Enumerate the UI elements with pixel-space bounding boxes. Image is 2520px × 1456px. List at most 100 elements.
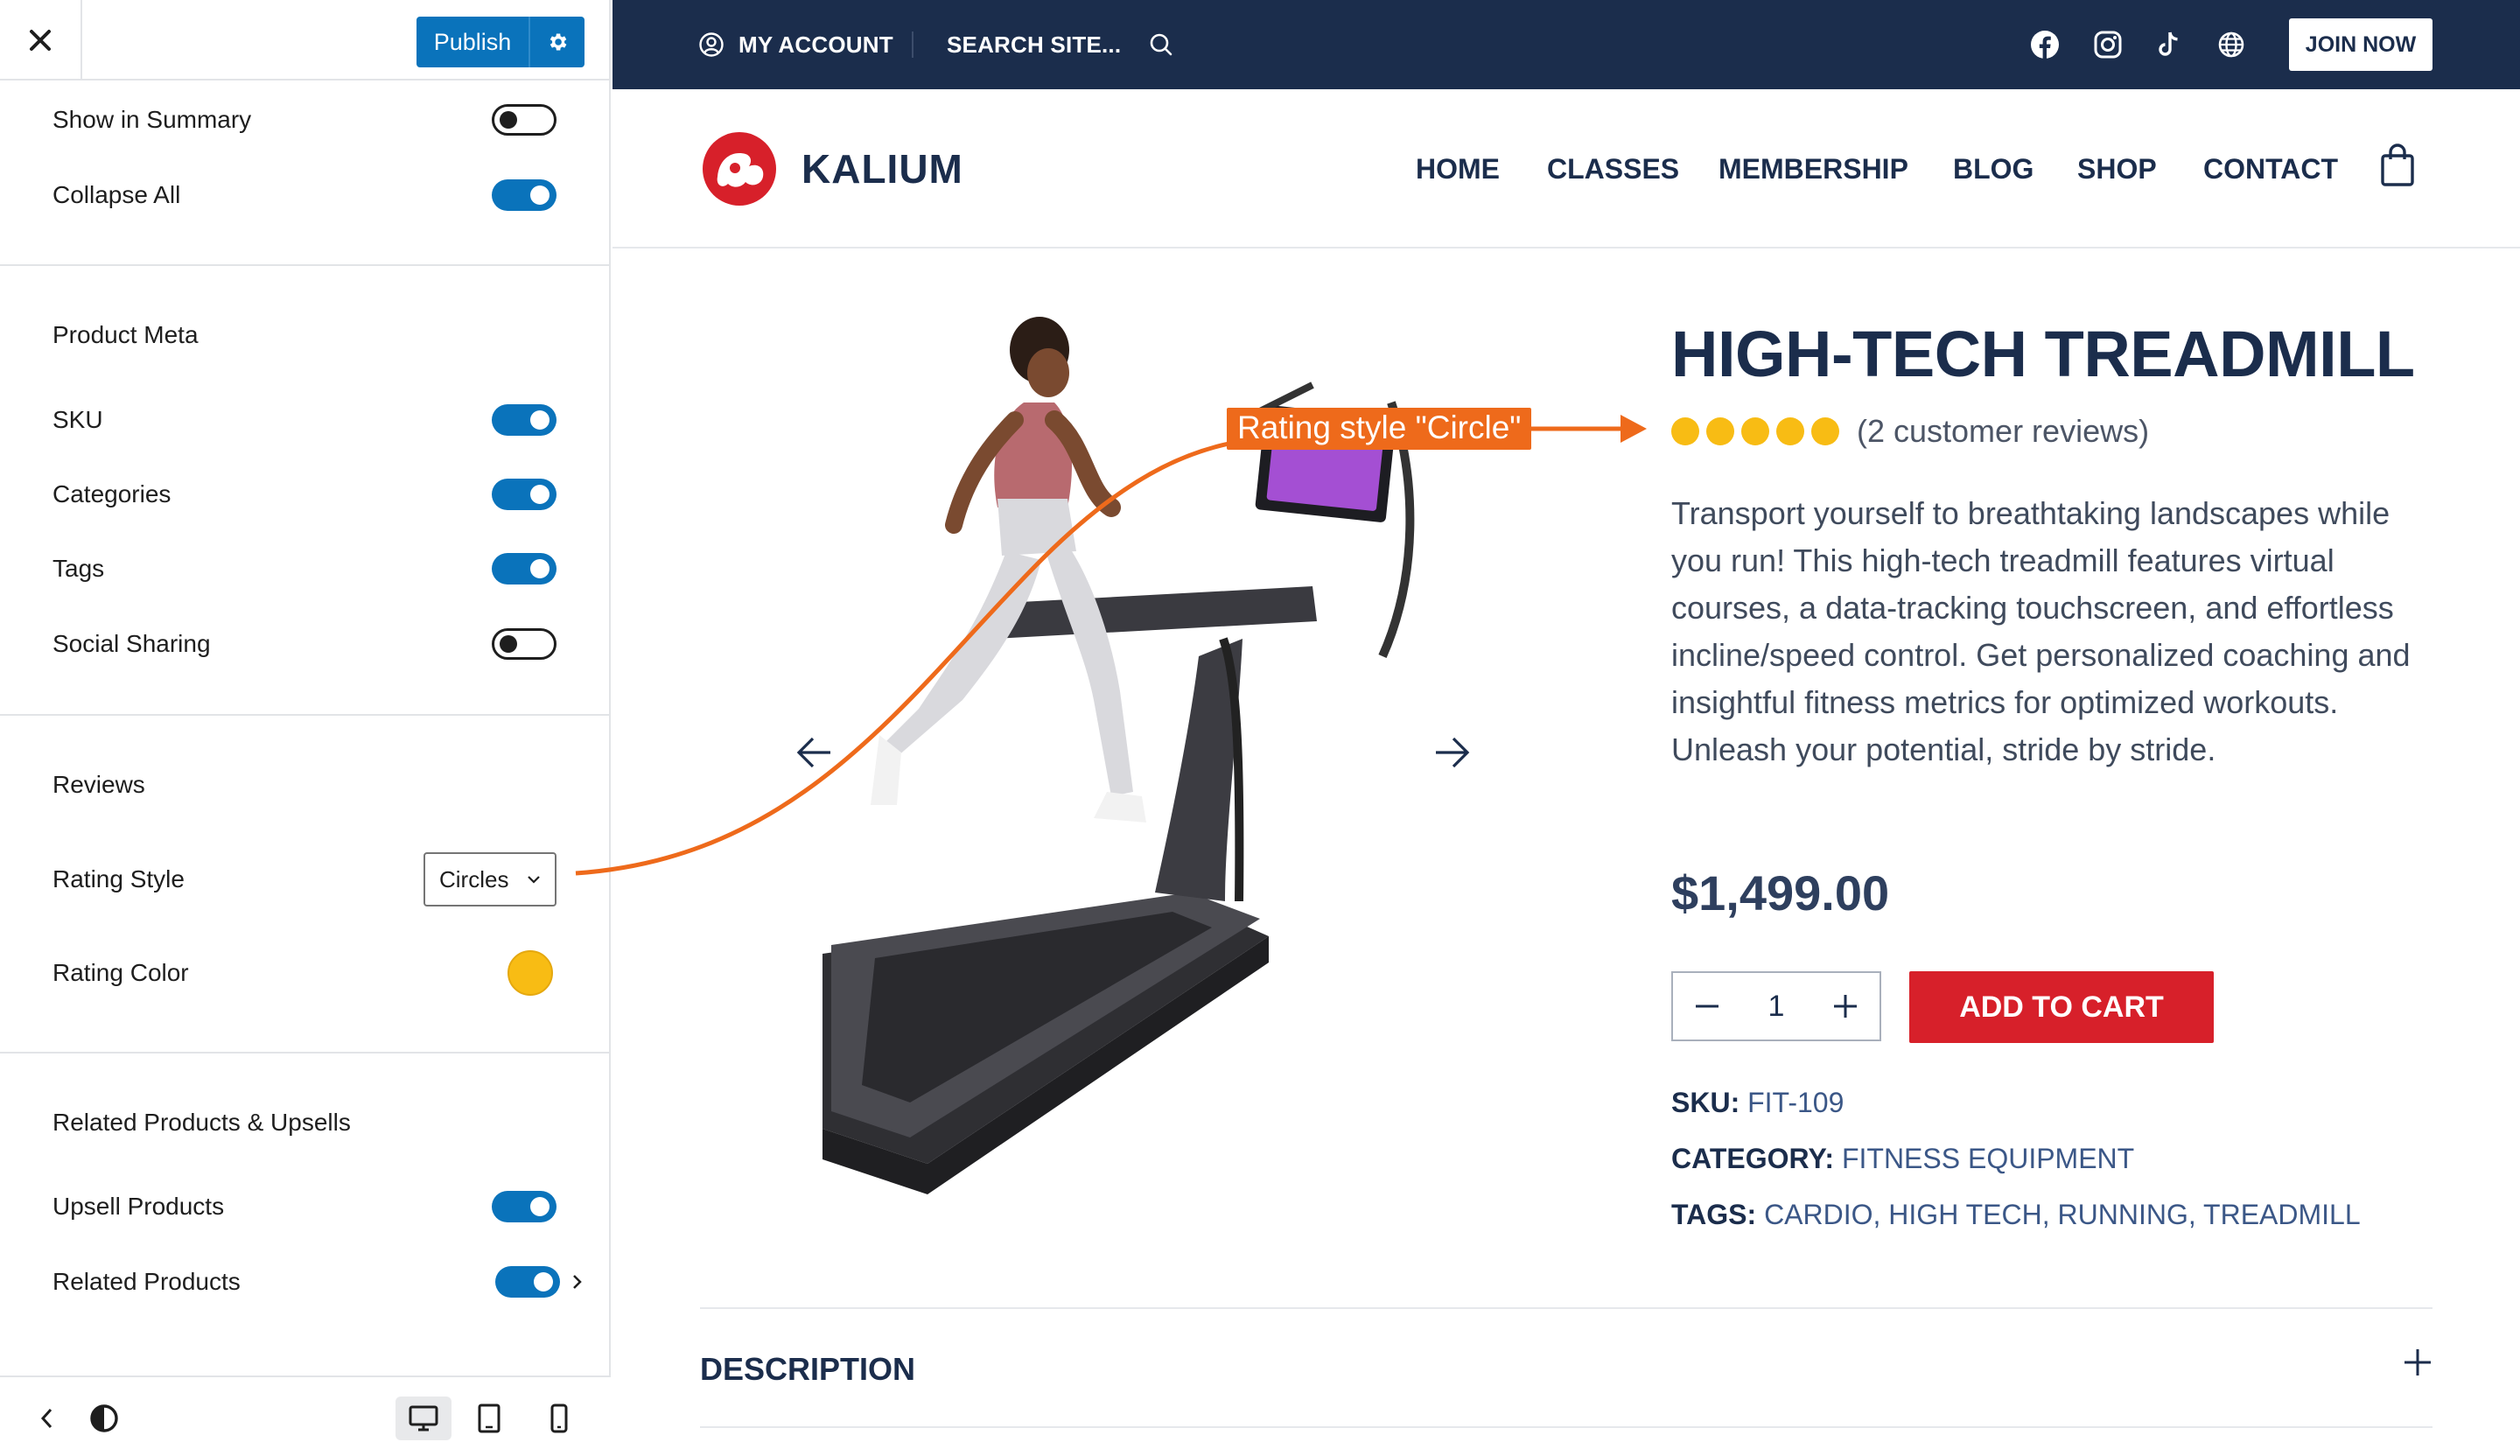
setting-collapse-all: Collapse All	[52, 173, 556, 217]
sidebar-header: Publish	[0, 0, 611, 80]
kalium-logo-icon	[703, 132, 776, 206]
section-divider	[0, 1052, 611, 1054]
setting-label: Categories	[52, 480, 172, 508]
search-site-link[interactable]: SEARCH SITE...	[947, 0, 1121, 89]
toggle-related-products[interactable]	[495, 1266, 560, 1298]
publish-button[interactable]: Publish	[416, 29, 528, 56]
nav-blog[interactable]: BLOG	[1953, 89, 2034, 248]
product-image-gallery	[700, 289, 1488, 1199]
rating-circle	[1706, 417, 1734, 445]
brand-logo[interactable]: KALIUM	[700, 131, 963, 206]
site-header: KALIUM HOME CLASSES MEMBERSHIP BLOG SHOP…	[612, 89, 2520, 248]
setting-sku: SKU	[52, 398, 556, 442]
description-accordion[interactable]: DESCRIPTION	[700, 1307, 2432, 1428]
section-heading-product-meta: Product Meta	[52, 321, 199, 348]
nav-contact[interactable]: CONTACT	[2203, 89, 2338, 248]
section-heading-row: Product Meta	[52, 313, 556, 357]
tiktok-link[interactable]	[2156, 0, 2182, 89]
toggle-knob	[530, 1197, 550, 1216]
nav-shop[interactable]: SHOP	[2077, 89, 2157, 248]
rating-color-swatch[interactable]	[508, 950, 553, 996]
setting-rating-style: Rating Style Circles	[52, 851, 556, 907]
description-title: DESCRIPTION	[700, 1351, 916, 1387]
rating-circle	[1776, 417, 1804, 445]
toggle-tags[interactable]	[492, 553, 556, 584]
quantity-stepper: 1	[1671, 971, 1881, 1041]
globe-icon	[2218, 32, 2244, 58]
preview-desktop-button[interactable]	[396, 1396, 452, 1440]
rating-style-value: Circles	[439, 865, 509, 892]
instagram-link[interactable]	[2093, 0, 2123, 89]
toggle-knob	[530, 410, 550, 430]
plus-icon[interactable]	[1833, 995, 1857, 1018]
previous-image-button[interactable]	[788, 726, 840, 779]
toggle-sku[interactable]	[492, 404, 556, 436]
reviews-link[interactable]: (2 customer reviews)	[1857, 413, 2149, 450]
section-heading-reviews: Reviews	[52, 771, 145, 798]
product-sku: SKU: FIT-109	[1671, 1087, 1844, 1119]
setting-show-in-summary: Show in Summary	[52, 98, 556, 142]
instagram-icon	[2094, 31, 2122, 59]
collapse-sidebar-button[interactable]	[24, 1396, 68, 1440]
desktop-icon	[409, 1405, 438, 1432]
my-account-link[interactable]: MY ACCOUNT	[698, 0, 893, 89]
quantity-value[interactable]: 1	[1768, 990, 1785, 1024]
gear-icon	[550, 33, 567, 51]
setting-upsell-products: Upsell Products	[52, 1185, 556, 1228]
nav-classes[interactable]: CLASSES	[1547, 89, 1679, 248]
sku-label: SKU:	[1671, 1087, 1740, 1118]
tiktok-icon	[2159, 32, 2178, 56]
join-now-button[interactable]: JOIN NOW	[2289, 18, 2432, 71]
next-image-button[interactable]	[1426, 726, 1479, 779]
setting-label: Tags	[52, 555, 105, 582]
rating-style-select[interactable]: Circles	[424, 852, 556, 906]
setting-related-products: Related Products	[52, 1260, 583, 1304]
tags-label: TAGS:	[1671, 1199, 1757, 1230]
nav-home[interactable]: HOME	[1416, 89, 1500, 248]
tags-links[interactable]: CARDIO, HIGH TECH, RUNNING, TREADMILL	[1764, 1199, 2361, 1230]
nav-membership[interactable]: MEMBERSHIP	[1718, 89, 1908, 248]
sidebar-footer	[0, 1376, 611, 1456]
setting-label: Related Products	[52, 1268, 241, 1295]
cart-button[interactable]	[2380, 144, 2415, 192]
setting-social-sharing: Social Sharing	[52, 622, 556, 666]
add-to-cart-button[interactable]: ADD TO CART	[1909, 971, 2214, 1043]
mobile-icon	[550, 1404, 568, 1433]
close-icon	[30, 30, 51, 51]
chevron-down-icon	[528, 876, 540, 884]
minus-icon[interactable]	[1696, 1004, 1718, 1008]
publish-settings-button[interactable]	[530, 31, 584, 53]
toggle-knob	[500, 111, 517, 129]
close-button[interactable]	[0, 0, 82, 80]
language-switcher[interactable]	[2217, 0, 2245, 89]
category-link[interactable]: FITNESS EQUIPMENT	[1842, 1143, 2134, 1174]
toggle-social-sharing[interactable]	[492, 628, 556, 660]
category-label: CATEGORY:	[1671, 1143, 1835, 1174]
preview-mobile-button[interactable]	[537, 1396, 581, 1440]
chevron-right-icon[interactable]	[572, 1273, 583, 1291]
top-bar: MY ACCOUNT SEARCH SITE... JOIN NOW	[612, 0, 2520, 89]
toggle-show-in-summary[interactable]	[492, 104, 556, 136]
topbar-separator	[912, 32, 914, 58]
toggle-knob	[530, 186, 550, 205]
product-tags: TAGS: CARDIO, HIGH TECH, RUNNING, TREADM…	[1671, 1199, 2361, 1231]
facebook-icon	[2031, 31, 2059, 59]
section-heading-row: Related Products & Upsells	[52, 1101, 556, 1144]
toggle-upsell-products[interactable]	[492, 1191, 556, 1222]
customizer-sidebar: Publish Show in Summary Collapse All Pro…	[0, 0, 611, 1456]
section-heading-related: Related Products & Upsells	[52, 1109, 351, 1136]
setting-rating-color: Rating Color	[52, 947, 556, 999]
toggle-collapse-all[interactable]	[492, 179, 556, 211]
toggle-knob	[534, 1272, 553, 1292]
section-heading-row: Reviews	[52, 763, 556, 807]
setting-label: Rating Color	[52, 959, 189, 986]
product-rating: (2 customer reviews)	[1671, 413, 2149, 450]
facebook-link[interactable]	[2030, 0, 2060, 89]
toggle-categories[interactable]	[492, 479, 556, 510]
rating-circle	[1741, 417, 1769, 445]
search-button[interactable]	[1148, 0, 1174, 89]
preview-tablet-button[interactable]	[467, 1396, 511, 1440]
user-icon	[699, 32, 724, 57]
contrast-toggle-button[interactable]	[82, 1396, 126, 1440]
setting-label: Collapse All	[52, 181, 181, 208]
